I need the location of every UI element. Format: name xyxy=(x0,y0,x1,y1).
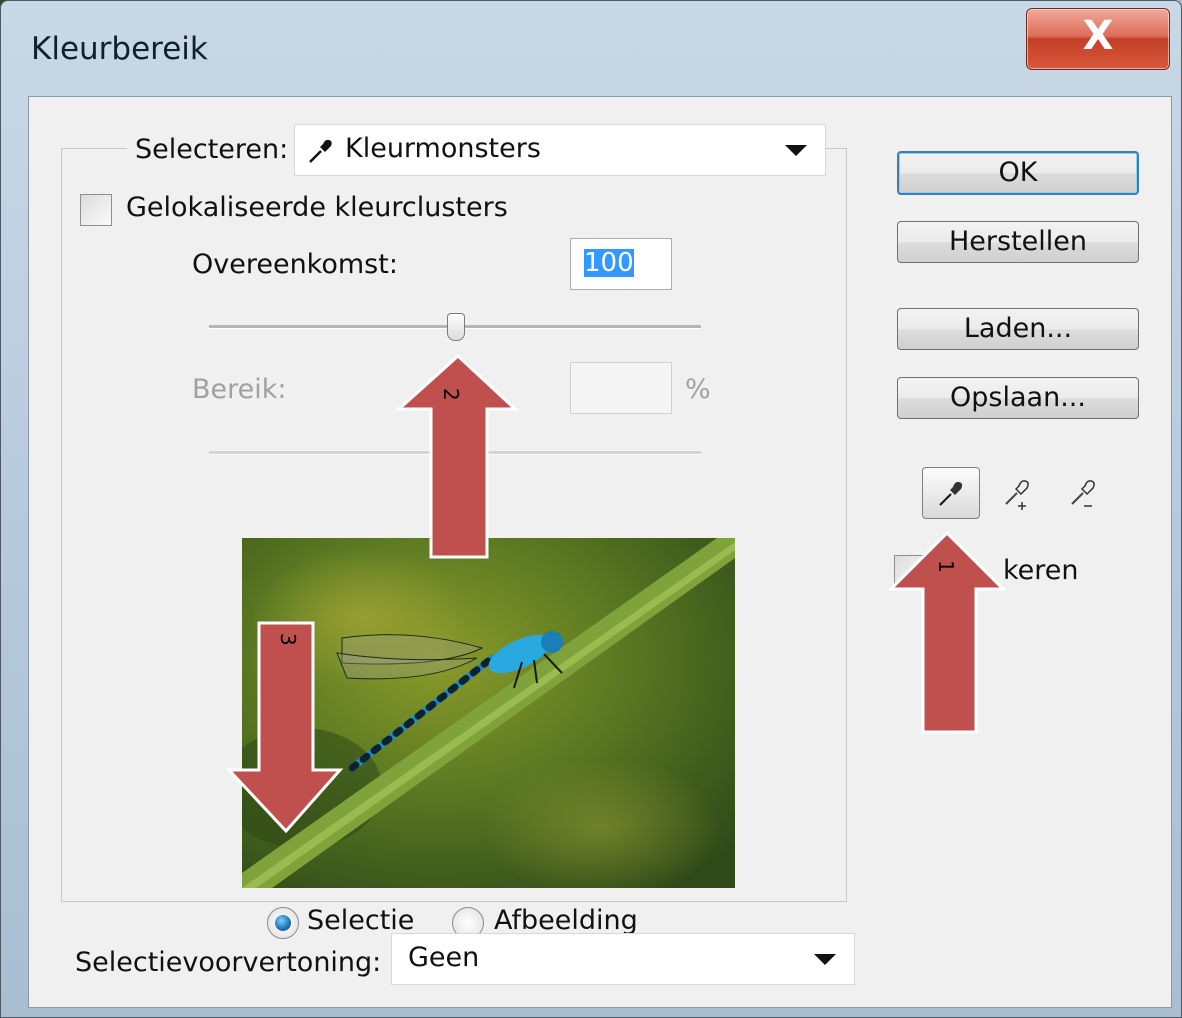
annotation-overlay: 2 1 3 xyxy=(225,353,1007,834)
annotation-label-3: 3 xyxy=(276,633,300,646)
annotation-label-2: 2 xyxy=(439,388,463,401)
annotation-arrow-1: 1 xyxy=(887,530,1007,734)
annotation-arrow-3: 3 xyxy=(225,621,344,834)
dialog-window: Kleurbereik X Selecteren: Kleurmonsters … xyxy=(0,0,1182,1018)
annotation-label-1: 1 xyxy=(934,560,958,573)
annotation-arrow-2: 2 xyxy=(395,353,519,559)
